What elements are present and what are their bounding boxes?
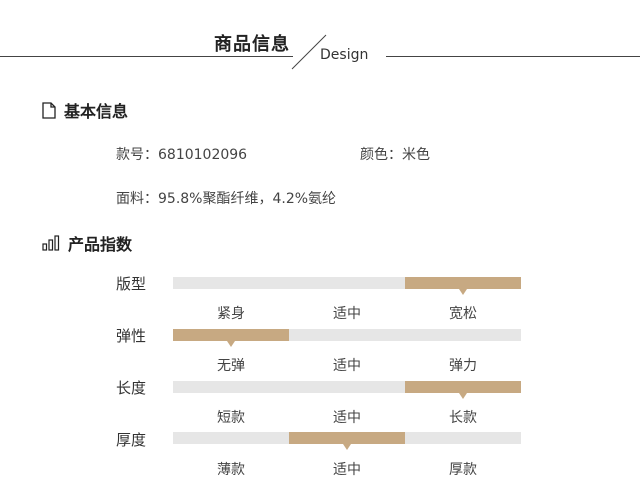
index-option: 长款	[449, 410, 477, 426]
page-subtitle: Design	[320, 47, 369, 63]
index-row-label: 版型	[116, 275, 147, 293]
index-selected-segment	[405, 277, 521, 289]
index-track	[173, 432, 521, 450]
page-title: 商品信息	[214, 34, 290, 55]
index-selected-segment	[289, 432, 405, 444]
header-divider-left	[0, 56, 293, 57]
basic-info-heading: 基本信息	[42, 98, 128, 122]
index-option: 适中	[333, 410, 361, 426]
index-pointer	[227, 341, 235, 347]
index-row-label: 弹性	[116, 327, 147, 345]
index-pointer	[459, 393, 467, 399]
bar-chart-icon	[42, 235, 60, 251]
index-track	[173, 381, 521, 399]
style-number: 款号：6810102096	[116, 147, 248, 163]
index-pointer	[343, 444, 351, 450]
index-row-label: 长度	[116, 379, 147, 397]
color-value: 颜色：米色	[360, 147, 430, 163]
basic-info-title: 基本信息	[64, 102, 129, 121]
index-pointer	[459, 289, 467, 295]
fabric-value: 面料：95.8%聚酯纤维，4.2%氨纶	[116, 191, 337, 207]
index-track	[173, 277, 521, 295]
index-selected-segment	[173, 329, 289, 341]
index-option: 短款	[217, 410, 245, 426]
product-index-title: 产品指数	[68, 235, 133, 254]
index-option: 紧身	[217, 306, 245, 322]
index-option: 弹力	[449, 358, 477, 374]
index-option: 无弹	[217, 358, 245, 374]
product-index-heading: 产品指数	[42, 231, 132, 255]
index-option: 适中	[333, 358, 361, 374]
index-row-label: 厚度	[116, 431, 147, 449]
index-option: 适中	[333, 462, 361, 478]
index-option: 宽松	[449, 306, 477, 322]
index-option: 厚款	[449, 462, 477, 478]
header-divider-right	[386, 56, 640, 57]
index-option: 适中	[333, 306, 361, 322]
document-icon	[42, 101, 56, 119]
index-track	[173, 329, 521, 347]
index-option: 薄款	[217, 462, 245, 478]
index-selected-segment	[405, 381, 521, 393]
